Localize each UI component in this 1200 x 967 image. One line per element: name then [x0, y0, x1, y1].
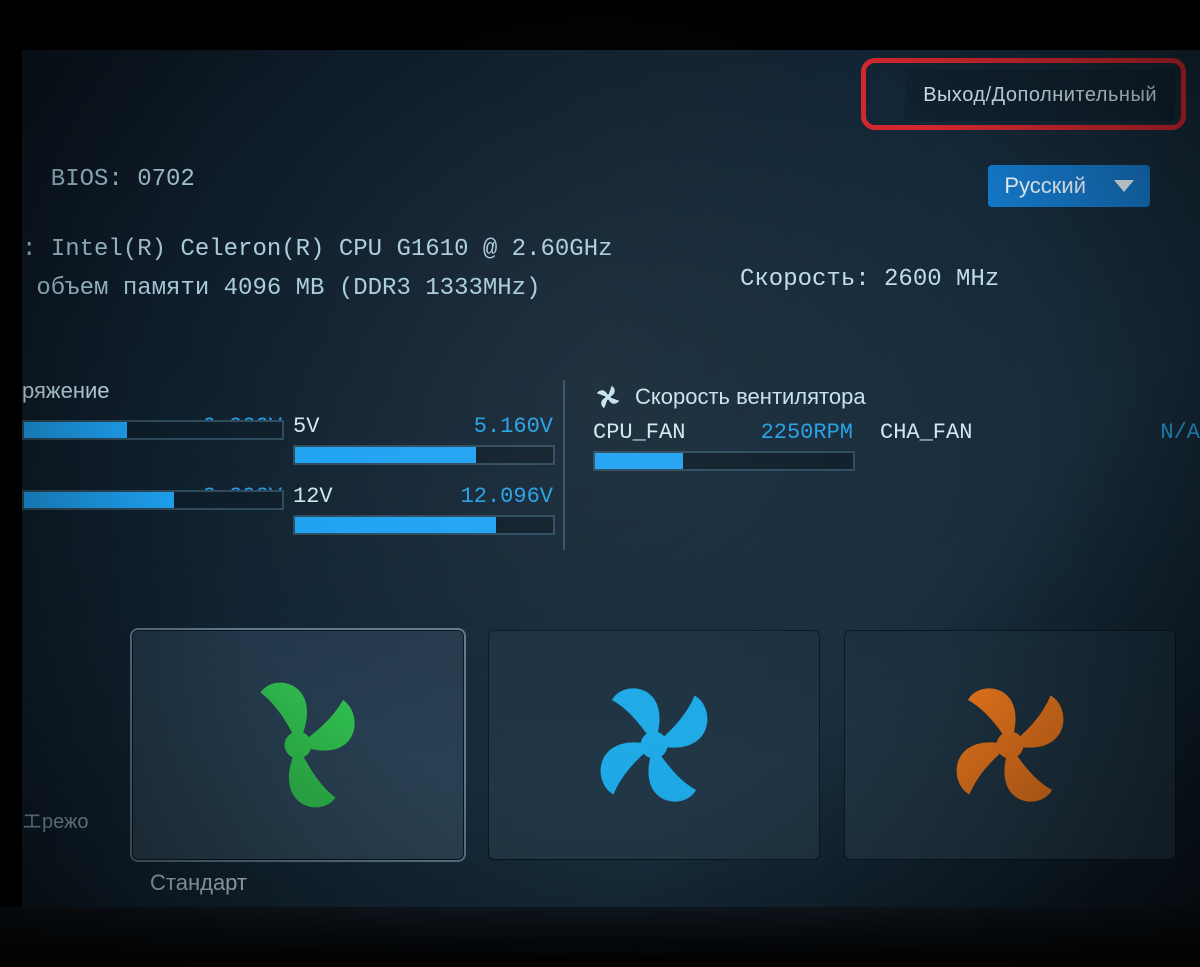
bios-easy-mode-screen: Выход/Дополнительный Русский BIOS: 0702 …: [0, 0, 1200, 967]
photo-vignette: [0, 0, 1200, 967]
